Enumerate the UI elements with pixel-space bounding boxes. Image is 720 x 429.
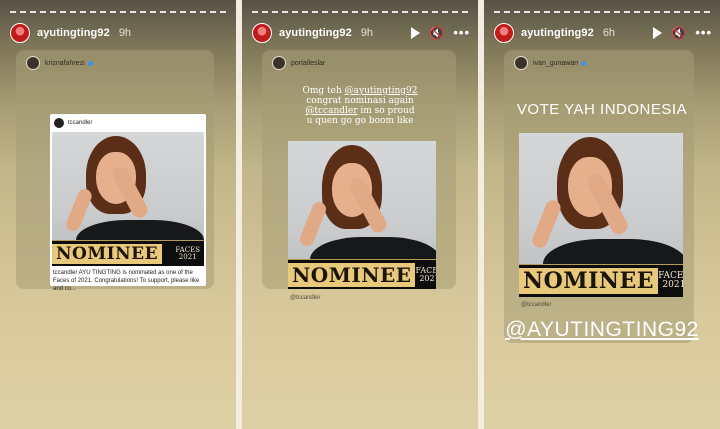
story-time: 9h <box>118 27 132 39</box>
post-author-name: tccandler <box>68 120 93 126</box>
faces-badge: FACES 2021 <box>175 245 200 261</box>
avatar[interactable] <box>494 23 514 43</box>
verified-badge-icon <box>581 60 587 66</box>
mention-link[interactable]: @ayutingting92 <box>345 86 418 96</box>
reshared-username: ivan_gunawan <box>533 59 579 67</box>
story-header: ayutingting92 6h 🔇 ••• <box>494 22 712 44</box>
more-horizontal-icon[interactable]: ••• <box>695 26 712 39</box>
story-time: 9h <box>360 27 374 39</box>
story-panel-2[interactable]: ayutingting92 9h 🔇 ••• portalleslar Omg … <box>242 0 478 429</box>
story-username[interactable]: ayutingting92 <box>37 27 110 39</box>
story-username[interactable]: ayutingting92 <box>521 27 594 39</box>
nominee-photo: NOMINEE FACES 2021 <box>288 141 436 289</box>
reshared-username: kriznafahrezi <box>45 59 85 67</box>
story-header: ayutingting92 9h <box>10 22 228 44</box>
nominee-photo: NOMINEE FACES 2021 <box>519 133 683 297</box>
speaker-muted-icon[interactable]: 🔇 <box>671 27 686 39</box>
story-controls: 🔇 ••• <box>653 26 712 39</box>
story-progress-bar <box>252 11 468 13</box>
story-progress-bar <box>10 11 226 13</box>
nominee-banner: NOMINEE FACES 2021 <box>519 264 683 297</box>
story-message: Omg teh @ayutingting92 congrat nominasi … <box>302 86 418 126</box>
avatar <box>272 56 286 70</box>
avatar <box>26 56 40 70</box>
story-controls: 🔇 ••• <box>411 26 470 39</box>
story-username[interactable]: ayutingting92 <box>279 27 352 39</box>
nominee-label: NOMINEE <box>288 262 416 287</box>
nominee-photo: NOMINEE FACES 2021 <box>52 132 204 266</box>
faces-badge: FACES 2021 <box>415 265 436 283</box>
nominee-label: NOMINEE <box>52 243 163 264</box>
story-time: 6h <box>602 27 616 39</box>
avatar[interactable] <box>10 23 30 43</box>
story-header: ayutingting92 9h 🔇 ••• <box>252 22 470 44</box>
reshared-author[interactable]: portalleslar <box>272 56 325 70</box>
avatar[interactable] <box>252 23 272 43</box>
vote-headline: VOTE YAH INDONESIA <box>516 101 688 118</box>
reshared-author[interactable]: kriznafahrezi <box>26 56 93 70</box>
photo-tag[interactable]: @tccandler <box>521 302 551 308</box>
play-icon[interactable] <box>653 27 663 39</box>
play-icon[interactable] <box>411 27 421 39</box>
reshared-username: portalleslar <box>291 59 326 67</box>
photo-tag[interactable]: @tccandler <box>290 295 320 301</box>
story-panel-1[interactable]: ayutingting92 9h kriznafahrezi tccandler… <box>0 0 236 429</box>
speaker-muted-icon[interactable]: 🔇 <box>429 27 444 39</box>
story-progress-bar <box>494 11 710 13</box>
reshared-post-card[interactable]: kriznafahrezi tccandler NOMINEE FACES 20… <box>16 50 214 292</box>
nominee-label: NOMINEE <box>519 268 659 294</box>
embedded-post[interactable]: tccandler NOMINEE FACES 2021 tccandler A… <box>50 114 206 292</box>
reshared-author[interactable]: ivan_gunawan <box>514 56 587 70</box>
story-panel-3[interactable]: ayutingting92 6h 🔇 ••• ivan_gunawan VOTE… <box>484 0 720 429</box>
faces-badge: FACES 2021 <box>658 271 683 290</box>
nominee-banner: NOMINEE FACES 2021 <box>52 240 204 266</box>
post-author: tccandler <box>54 118 92 128</box>
avatar <box>54 118 64 128</box>
post-caption: tccandler AYU TINGTING is nominated as o… <box>53 270 200 292</box>
mention-link[interactable]: @tccandler <box>305 106 357 116</box>
mention-sticker[interactable]: @AYUTINGTING92 <box>484 318 720 342</box>
more-horizontal-icon[interactable]: ••• <box>453 26 470 39</box>
verified-badge-icon <box>87 60 93 66</box>
avatar <box>514 56 528 70</box>
nominee-banner: NOMINEE FACES 2021 <box>288 259 436 289</box>
